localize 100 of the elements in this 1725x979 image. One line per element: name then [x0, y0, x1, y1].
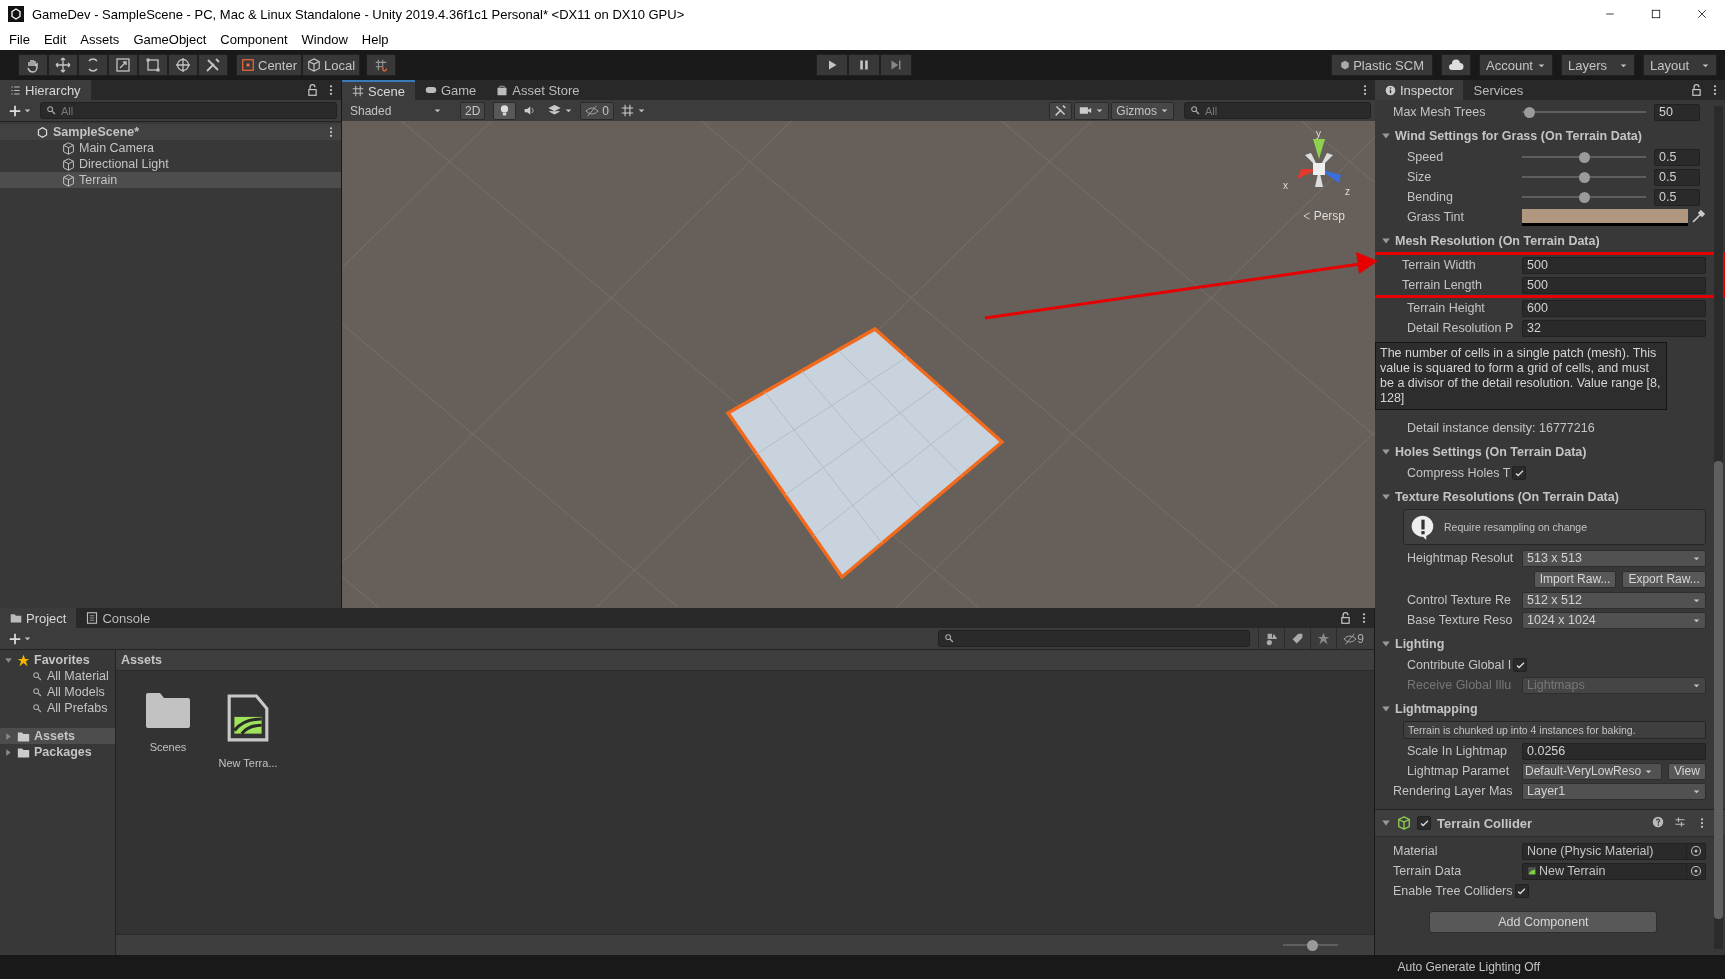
hidden-packages-toggle[interactable]: 9	[1336, 628, 1370, 649]
maximize-icon	[1650, 8, 1662, 20]
lock-icon[interactable]	[1339, 611, 1352, 625]
scene-viewport[interactable]: y x z Persp	[342, 121, 1375, 608]
view-tab[interactable]: Scene	[342, 80, 415, 100]
menu-item[interactable]: GameObject	[127, 29, 213, 49]
dropdown[interactable]: Default-VeryLowReso	[1522, 762, 1662, 780]
caret-icon	[564, 106, 574, 115]
checkbox[interactable]	[1512, 466, 1527, 480]
object-field[interactable]: None (Physic Material)	[1522, 842, 1706, 860]
input-field[interactable]: 0.0256	[1522, 742, 1706, 760]
lock-icon[interactable]	[1690, 83, 1703, 97]
dropdown[interactable]: Layer1	[1522, 782, 1706, 800]
hierarchy-item[interactable]: Terrain	[0, 172, 341, 188]
scrollbar[interactable]	[1714, 106, 1723, 949]
move-tool-button[interactable]	[48, 54, 78, 76]
plastic-scm-button[interactable]: Plastic SCM	[1331, 54, 1433, 76]
section-header[interactable]: Lighting	[1375, 633, 1712, 655]
target-icon[interactable]	[1689, 845, 1702, 857]
checkbox[interactable]	[1417, 816, 1431, 830]
lighting-toggle[interactable]	[493, 101, 517, 120]
pause-button[interactable]	[847, 54, 880, 76]
menu-item[interactable]: Help	[355, 29, 395, 49]
input-field[interactable]: 0.5	[1654, 148, 1700, 166]
scene-row[interactable]: SampleScene*	[0, 124, 341, 140]
folder-item[interactable]: Assets	[0, 728, 115, 744]
component-header[interactable]: Terrain Collider	[1375, 809, 1725, 837]
orientation-gizmo[interactable]: y x z	[1279, 129, 1359, 209]
object-field[interactable]: New Terrain	[1522, 862, 1706, 880]
search-field[interactable]	[938, 630, 1250, 647]
settings-icon[interactable]	[1673, 816, 1686, 828]
dropdown[interactable]: 513 x 513	[1522, 549, 1706, 567]
slider-thumb[interactable]	[1578, 151, 1590, 163]
space-button[interactable]: Local	[302, 54, 361, 76]
breadcrumb[interactable]: Assets	[121, 653, 162, 667]
hierarchy-tab[interactable]: Hierarchy	[0, 80, 91, 100]
menu-item[interactable]: Assets	[74, 29, 126, 49]
action-button[interactable]: Export Raw...	[1622, 570, 1706, 588]
menu-item[interactable]: Window	[295, 29, 354, 49]
inspector-tab[interactable]: Inspector	[1375, 80, 1464, 100]
terrain-plane[interactable]	[725, 326, 1005, 580]
input-field[interactable]: 500	[1522, 256, 1706, 274]
asset-item[interactable]: Scenes	[138, 689, 198, 753]
dropdown[interactable]: 1024 x 1024	[1522, 611, 1706, 629]
tools-button[interactable]	[1049, 101, 1073, 120]
step-button[interactable]	[879, 54, 912, 76]
saved-search-item[interactable]: All Models	[0, 684, 115, 700]
section-header[interactable]: Mesh Resolution (On Terrain Data)	[1375, 230, 1712, 252]
view-button[interactable]: View	[1668, 762, 1706, 780]
hierarchy-item[interactable]: Directional Light	[0, 156, 341, 172]
favorites-item[interactable]: Favorites	[0, 652, 115, 668]
dropdown[interactable]: 512 x 512	[1522, 591, 1706, 609]
section-header[interactable]: Wind Settings for Grass (On Terrain Data)	[1375, 125, 1712, 147]
slider-thumb[interactable]	[1578, 171, 1590, 183]
menu-item[interactable]: Edit	[37, 29, 73, 49]
2d-toggle[interactable]: 2D	[460, 101, 486, 120]
layout-dropdown[interactable]: Layout	[1643, 54, 1717, 76]
input-field[interactable]: 0.5	[1654, 168, 1700, 186]
input-field[interactable]: 500	[1522, 276, 1706, 294]
account-dropdown[interactable]: Account	[1479, 54, 1553, 76]
hand-tool-button[interactable]	[18, 54, 48, 76]
camera-button[interactable]	[1074, 101, 1110, 120]
slider-thumb[interactable]	[1524, 106, 1536, 118]
asset-item[interactable]: New Terra...	[218, 689, 278, 769]
rect-tool-button[interactable]	[138, 54, 168, 76]
checkbox[interactable]	[1513, 658, 1528, 672]
panel-tab[interactable]: Project	[0, 608, 77, 628]
input-field[interactable]: 32	[1522, 319, 1706, 337]
lock-icon[interactable]	[306, 83, 319, 97]
section-header[interactable]: Holes Settings (On Terrain Data)	[1375, 441, 1712, 463]
transform-tool-button[interactable]	[168, 54, 198, 76]
gizmos-dropdown[interactable]: Gizmos	[1111, 101, 1174, 120]
input-field[interactable]: 600	[1522, 299, 1706, 317]
rotate-tool-button[interactable]	[78, 54, 108, 76]
input-field[interactable]: 0.5	[1654, 188, 1700, 206]
section-header[interactable]: Lightmapping	[1375, 698, 1712, 720]
custom-tool-button[interactable]	[198, 54, 228, 76]
saved-search-item[interactable]: All Material	[0, 668, 115, 684]
scale-tool-button[interactable]	[108, 54, 138, 76]
projection-toggle[interactable]: Persp	[1301, 209, 1345, 223]
folder-item[interactable]: Packages	[0, 744, 115, 760]
action-button[interactable]: Import Raw...	[1533, 570, 1617, 588]
pivot-button[interactable]: Center	[236, 54, 303, 76]
help-icon[interactable]	[1651, 816, 1664, 828]
section-header[interactable]: Texture Resolutions (On Terrain Data)	[1375, 486, 1712, 508]
menu-item[interactable]: Component	[214, 29, 294, 49]
slider-thumb[interactable]	[1578, 191, 1590, 203]
play-button[interactable]	[815, 54, 848, 76]
input-field[interactable]: 50	[1654, 103, 1700, 121]
menu-item[interactable]: File	[3, 29, 36, 49]
color-field[interactable]	[1522, 208, 1688, 226]
add-component-button[interactable]: Add Component	[1429, 911, 1658, 933]
cloud-button[interactable]	[1441, 54, 1471, 76]
hidden-objects-toggle[interactable]: 0	[580, 101, 615, 120]
layers-dropdown[interactable]: Layers	[1561, 54, 1635, 76]
target-icon[interactable]	[1689, 865, 1702, 877]
saved-search-item[interactable]: All Prefabs	[0, 700, 115, 716]
hierarchy-item[interactable]: Main Camera	[0, 140, 341, 156]
checkbox[interactable]	[1514, 884, 1529, 898]
snap-button[interactable]	[366, 54, 397, 76]
